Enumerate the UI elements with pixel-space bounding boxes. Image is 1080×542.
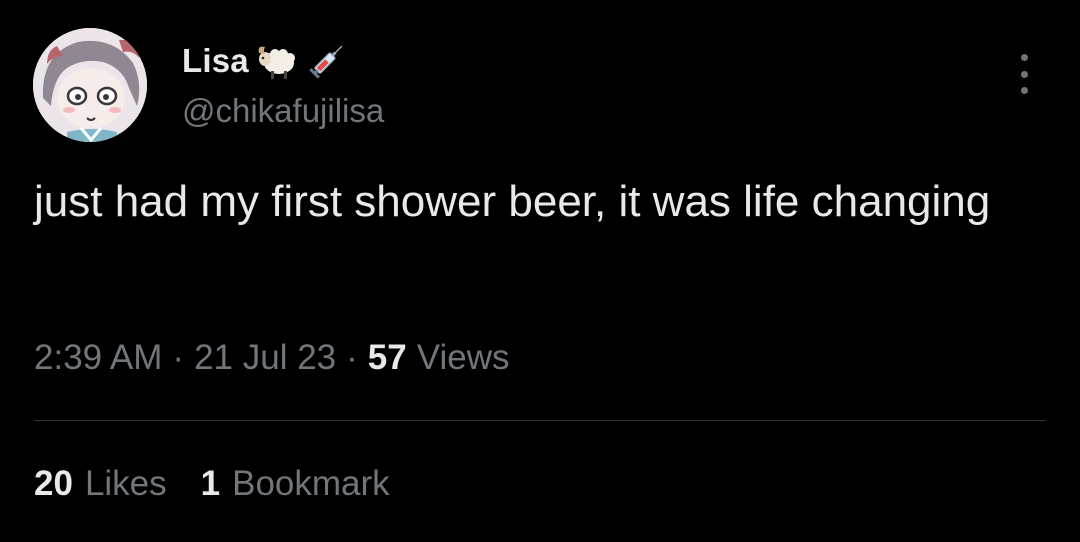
more-vertical-icon-dot	[1020, 70, 1028, 78]
likes-count[interactable]: 20	[34, 464, 73, 504]
tweet-detail: Lisa @chikafujilisa just had my first sh…	[0, 0, 1080, 542]
author-display-name[interactable]: Lisa	[182, 42, 249, 80]
sheep-emoji-icon	[255, 39, 299, 83]
likes-stat[interactable]: 20 Likes	[34, 464, 167, 504]
author-name-row[interactable]: Lisa	[182, 40, 349, 82]
meta-separator: ·	[346, 338, 358, 377]
views-label[interactable]: Views	[417, 338, 510, 378]
bookmarks-label[interactable]: Bookmark	[232, 464, 390, 504]
likes-label[interactable]: Likes	[85, 464, 167, 504]
syringe-emoji-icon	[305, 39, 349, 83]
bookmarks-count[interactable]: 1	[201, 464, 220, 504]
engagement-stats: 20 Likes 1 Bookmark	[34, 464, 424, 504]
more-vertical-icon-dot	[1020, 87, 1028, 94]
more-vertical-icon	[1020, 54, 1028, 61]
bookmarks-stat[interactable]: 1 Bookmark	[201, 464, 390, 504]
author-handle[interactable]: @chikafujilisa	[182, 92, 384, 130]
tweet-time[interactable]: 2:39 AM	[34, 338, 162, 378]
tweet-metadata: 2:39 AM · 21 Jul 23 · 57 Views	[34, 338, 509, 378]
tweet-date[interactable]: 21 Jul 23	[194, 338, 336, 378]
tweet-text: just had my first shower beer, it was li…	[34, 177, 991, 226]
divider	[34, 420, 1046, 421]
more-options-button[interactable]	[1008, 54, 1040, 94]
avatar[interactable]	[33, 28, 147, 142]
views-count[interactable]: 57	[368, 338, 407, 378]
avatar-illustration	[33, 28, 147, 142]
meta-separator: ·	[172, 338, 185, 377]
